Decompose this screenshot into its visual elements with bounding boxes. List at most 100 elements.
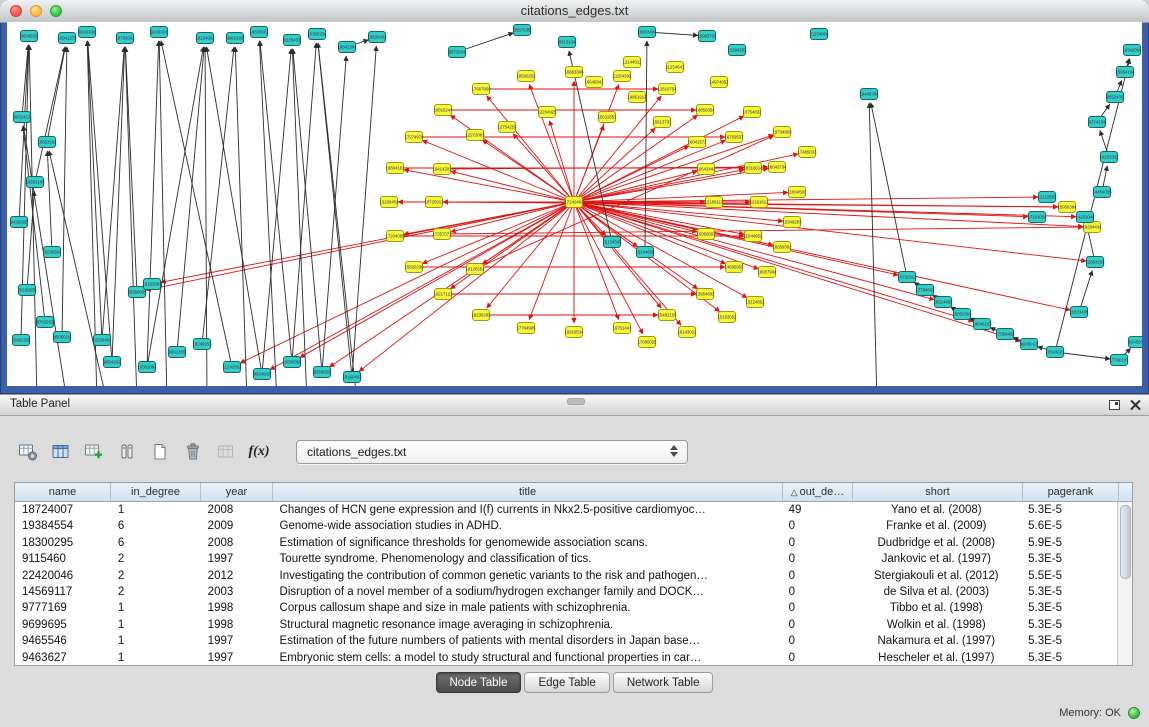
column-header-out_de[interactable]: △out_de… — [783, 483, 853, 501]
graph-node[interactable]: 13124852 — [745, 297, 765, 308]
graph-node[interactable]: 11254641 — [666, 62, 685, 73]
graph-edge[interactable] — [574, 128, 655, 202]
graph-edge[interactable] — [487, 96, 574, 202]
graph-edge[interactable] — [574, 169, 768, 202]
graph-node[interactable]: 16284434 — [1082, 222, 1102, 233]
graph-node[interactable]: 17103054 — [1027, 212, 1047, 223]
graph-node[interactable]: 12754255 — [497, 122, 517, 133]
graph-node[interactable]: 9861355 — [169, 347, 186, 358]
graph-edge[interactable] — [529, 84, 574, 202]
graph-node[interactable]: 18316614 — [743, 163, 763, 174]
column-header-in_degree[interactable]: in_degree — [111, 483, 201, 501]
window-titlebar[interactable]: citations_edges.txt — [0, 0, 1149, 23]
graph-node[interactable]: 17054402 — [995, 329, 1015, 340]
graph-node[interactable]: 18725912 — [424, 197, 444, 208]
graph-node[interactable]: 11823405 — [1070, 307, 1089, 318]
graph-node[interactable]: 17240402 — [564, 197, 584, 208]
graph-node[interactable]: 9654302 — [104, 357, 121, 368]
panel-resize-grip[interactable] — [567, 398, 585, 405]
table-row[interactable]: 946554611997Estimation of the future num… — [15, 633, 1117, 649]
column-header-short[interactable]: short — [853, 483, 1023, 501]
graph-edge[interactable] — [574, 202, 643, 334]
table-row[interactable]: 946362711997Embryonic stem cells: a mode… — [15, 650, 1117, 666]
graph-node[interactable]: 10962305 — [11, 335, 31, 346]
graph-node[interactable]: 9572504 — [449, 47, 466, 58]
graph-edge[interactable] — [550, 121, 574, 202]
graph-edge[interactable] — [125, 47, 137, 292]
graph-node[interactable]: 17485033 — [797, 147, 817, 158]
graph-node[interactable]: 16883306 — [564, 67, 584, 78]
graph-edge[interactable] — [62, 47, 67, 337]
graph-node[interactable]: 9245302 — [151, 27, 168, 38]
graph-node[interactable]: 12610754 — [657, 84, 677, 95]
graph-edge[interactable] — [869, 103, 877, 386]
graph-node[interactable]: 17274978 — [404, 132, 424, 143]
graph-node[interactable]: 10755603 — [115, 33, 135, 44]
graph-edge[interactable] — [102, 47, 124, 340]
graph-node[interactable]: 10240253 — [192, 339, 212, 350]
graph-node[interactable]: 9245032 — [1129, 337, 1143, 348]
import-table-icon[interactable] — [214, 440, 238, 464]
graph-node[interactable]: 16143022 — [677, 327, 697, 338]
graph-edge[interactable] — [146, 202, 574, 290]
graph-node[interactable]: 18236282 — [471, 310, 491, 321]
graph-node[interactable]: 18957904 — [757, 267, 777, 278]
graph-node[interactable]: 9274134 — [1089, 117, 1106, 128]
graph-node[interactable]: 9356052 — [314, 367, 331, 378]
graph-node[interactable]: 9862105 — [227, 33, 244, 44]
graph-node[interactable]: 17794603 — [915, 285, 935, 296]
graph-node[interactable]: 12272083 — [465, 130, 485, 141]
table-row[interactable]: 1456911722003Disruption of a novel membe… — [15, 584, 1117, 600]
graph-node[interactable]: 9436305 — [11, 217, 28, 228]
graph-node[interactable]: 12204925 — [537, 107, 557, 118]
graph-edge[interactable] — [29, 45, 37, 386]
graph-node[interactable]: 9125403 — [284, 35, 301, 46]
graph-node[interactable]: 8313104 — [559, 37, 576, 48]
graph-edge[interactable] — [259, 41, 277, 386]
graph-edge[interactable] — [35, 47, 65, 182]
graph-edge[interactable] — [292, 49, 307, 386]
graph-node[interactable]: 17095025 — [637, 337, 657, 348]
graph-node[interactable]: 17764905 — [516, 323, 536, 334]
graph-node[interactable]: 16414201 — [432, 164, 452, 175]
graph-node[interactable]: 15482105 — [657, 310, 677, 321]
graph-node[interactable]: 15349203 — [782, 217, 802, 228]
new-table-icon[interactable] — [148, 440, 172, 464]
graph-node[interactable]: 10365254 — [307, 29, 327, 40]
graph-edge[interactable] — [47, 47, 65, 142]
graph-edge[interactable] — [87, 41, 102, 340]
graph-edge[interactable] — [487, 202, 574, 308]
graph-node[interactable]: 9552435 — [1107, 92, 1124, 103]
graph-node[interactable]: 9245012 — [1021, 339, 1038, 350]
graph-node[interactable]: 12144912 — [622, 57, 642, 68]
graph-edge[interactable] — [240, 202, 574, 363]
graph-node[interactable]: 12106113 — [705, 197, 724, 208]
table-scrollbar[interactable] — [1117, 502, 1132, 665]
graph-node[interactable]: 16642442 — [696, 164, 716, 175]
graph-node[interactable]: 17204095 — [385, 231, 405, 242]
column-header-name[interactable]: name — [15, 483, 111, 501]
column-header-pagerank[interactable]: pagerank — [1023, 483, 1119, 501]
function-builder-button[interactable]: f(x) — [247, 440, 271, 464]
graph-edge[interactable] — [177, 47, 204, 352]
graph-node[interactable]: 15056602 — [696, 229, 716, 240]
tab-node-table[interactable]: Node Table — [436, 672, 522, 693]
graph-edge[interactable] — [125, 47, 137, 386]
graph-node[interactable]: 12161612 — [749, 197, 769, 208]
graph-node[interactable]: 16754832 — [742, 107, 762, 118]
table-row[interactable]: 1872400712008Changes of HCN gene express… — [15, 502, 1117, 518]
graph-node[interactable]: 16649341 — [584, 77, 604, 88]
graph-node[interactable]: 18043734 — [767, 162, 787, 173]
graph-node[interactable]: 18933404 — [637, 27, 657, 38]
table-row[interactable]: 1830029562008Estimation of significance … — [15, 535, 1117, 551]
graph-edge[interactable] — [871, 103, 907, 277]
graph-node[interactable]: 11242552 — [223, 362, 242, 373]
graph-edge[interactable] — [574, 202, 619, 320]
graph-edge[interactable] — [147, 41, 159, 367]
graph-node[interactable]: 17667959 — [471, 84, 491, 95]
graph-node[interactable]: 15958384 — [1057, 202, 1077, 213]
network-graph[interactable]: 1724040216919534177649051823628216217123… — [7, 22, 1142, 386]
graph-edge[interactable] — [112, 47, 125, 362]
close-panel-icon[interactable] — [1130, 399, 1141, 410]
graph-node[interactable]: 9634505 — [21, 31, 38, 42]
